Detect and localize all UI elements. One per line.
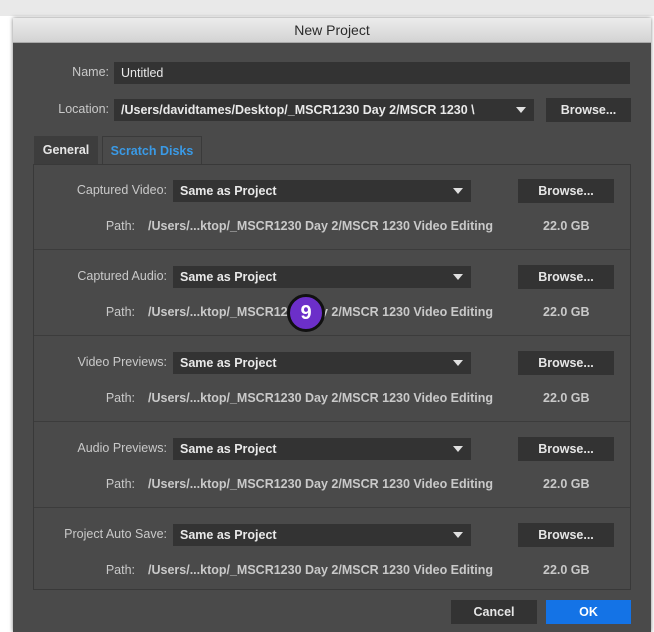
tab-scratch-disks[interactable]: Scratch Disks bbox=[102, 136, 202, 164]
scratch-section-captured-video: Captured Video: Same as Project Browse..… bbox=[34, 165, 630, 251]
project-auto-save-value: Same as Project bbox=[180, 528, 277, 542]
project-auto-save-path-label: Path: bbox=[105, 563, 135, 577]
scratch-disks-panel: Captured Video: Same as Project Browse..… bbox=[33, 164, 631, 590]
video-previews-label: Video Previews: bbox=[77, 355, 167, 369]
video-previews-path: /Users/...ktop/_MSCR1230 Day 2/MSCR 1230… bbox=[148, 391, 494, 405]
captured-video-size: 22.0 GB bbox=[543, 219, 590, 233]
scratch-section-audio-previews: Audio Previews: Same as Project Browse..… bbox=[34, 423, 630, 509]
captured-video-path: /Users/...ktop/_MSCR1230 Day 2/MSCR 1230… bbox=[148, 219, 494, 233]
background-document bbox=[0, 0, 654, 16]
video-previews-path-label: Path: bbox=[105, 391, 135, 405]
chevron-down-icon bbox=[453, 360, 463, 366]
video-previews-browse-button[interactable]: Browse... bbox=[518, 351, 614, 375]
chevron-down-icon bbox=[453, 446, 463, 452]
chevron-down-icon bbox=[453, 532, 463, 538]
audio-previews-size: 22.0 GB bbox=[543, 477, 590, 491]
scratch-section-video-previews: Video Previews: Same as Project Browse..… bbox=[34, 337, 630, 423]
project-auto-save-size: 22.0 GB bbox=[543, 563, 590, 577]
new-project-dialog: New Project Name: Untitled Location: /Us… bbox=[13, 18, 651, 632]
tab-general[interactable]: General bbox=[34, 136, 98, 164]
captured-audio-path-label: Path: bbox=[105, 305, 135, 319]
audio-previews-label: Audio Previews: bbox=[77, 441, 167, 455]
step-number-badge: 9 bbox=[287, 294, 325, 332]
chevron-down-icon bbox=[516, 107, 526, 113]
captured-audio-value: Same as Project bbox=[180, 270, 277, 284]
audio-previews-dropdown[interactable]: Same as Project bbox=[173, 438, 471, 460]
captured-audio-size: 22.0 GB bbox=[543, 305, 590, 319]
cancel-button[interactable]: Cancel bbox=[451, 600, 537, 624]
captured-video-path-label: Path: bbox=[105, 219, 135, 233]
captured-video-label: Captured Video: bbox=[76, 183, 167, 197]
captured-video-browse-button[interactable]: Browse... bbox=[518, 179, 614, 203]
audio-previews-value: Same as Project bbox=[180, 442, 277, 456]
project-auto-save-label: Project Auto Save: bbox=[64, 527, 167, 541]
audio-previews-path: /Users/...ktop/_MSCR1230 Day 2/MSCR 1230… bbox=[148, 477, 494, 491]
captured-video-value: Same as Project bbox=[180, 184, 277, 198]
name-label: Name: bbox=[72, 65, 109, 79]
dialog-title: New Project bbox=[13, 18, 651, 43]
location-browse-button[interactable]: Browse... bbox=[546, 98, 631, 122]
captured-audio-browse-button[interactable]: Browse... bbox=[518, 265, 614, 289]
location-dropdown[interactable]: /Users/davidtames/Desktop/_MSCR1230 Day … bbox=[114, 99, 534, 121]
audio-previews-path-label: Path: bbox=[105, 477, 135, 491]
project-auto-save-browse-button[interactable]: Browse... bbox=[518, 523, 614, 547]
audio-previews-browse-button[interactable]: Browse... bbox=[518, 437, 614, 461]
captured-audio-label: Captured Audio: bbox=[77, 269, 167, 283]
location-label: Location: bbox=[58, 102, 109, 116]
video-previews-dropdown[interactable]: Same as Project bbox=[173, 352, 471, 374]
video-previews-value: Same as Project bbox=[180, 356, 277, 370]
video-previews-size: 22.0 GB bbox=[543, 391, 590, 405]
captured-video-dropdown[interactable]: Same as Project bbox=[173, 180, 471, 202]
divider bbox=[34, 507, 630, 508]
chevron-down-icon bbox=[453, 188, 463, 194]
ok-button[interactable]: OK bbox=[546, 600, 631, 624]
project-auto-save-dropdown[interactable]: Same as Project bbox=[173, 524, 471, 546]
name-input[interactable]: Untitled bbox=[114, 62, 630, 84]
location-value: /Users/davidtames/Desktop/_MSCR1230 Day … bbox=[121, 103, 475, 117]
scratch-section-captured-audio: Captured Audio: Same as Project Browse..… bbox=[34, 251, 630, 337]
chevron-down-icon bbox=[453, 274, 463, 280]
scratch-section-project-auto-save: Project Auto Save: Same as Project Brows… bbox=[34, 509, 630, 595]
divider bbox=[34, 249, 630, 250]
project-auto-save-path: /Users/...ktop/_MSCR1230 Day 2/MSCR 1230… bbox=[148, 563, 494, 577]
divider bbox=[34, 335, 630, 336]
captured-audio-dropdown[interactable]: Same as Project bbox=[173, 266, 471, 288]
divider bbox=[34, 421, 630, 422]
